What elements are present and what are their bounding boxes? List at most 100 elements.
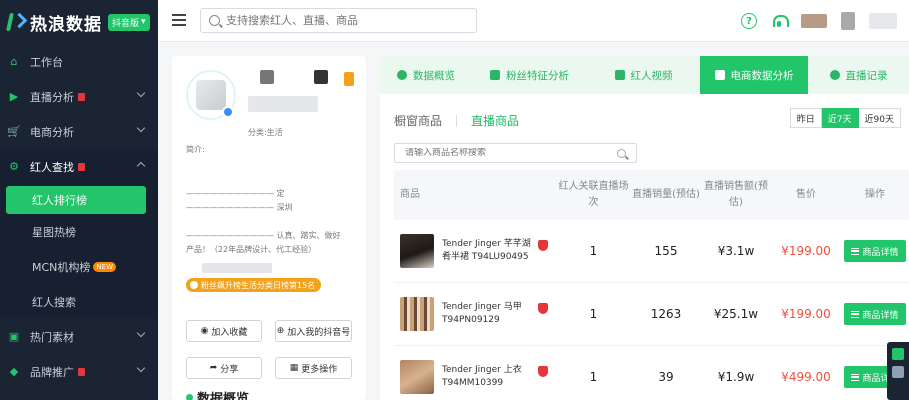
sidebar-item-live-analysis[interactable]: ▶ 直播分析 [0, 79, 158, 114]
amount-value: ¥3.1w [717, 244, 755, 258]
subtab-window-goods[interactable]: 橱窗商品 [394, 112, 442, 129]
sidebar-item-mcn-rank[interactable]: MCN机构榜 NEW [0, 249, 158, 284]
share-button[interactable]: ➦ 分享 [186, 357, 262, 379]
level-badge [344, 72, 354, 86]
influencer-id [314, 70, 328, 84]
trophy-icon [190, 281, 198, 289]
sessions-value: 1 [589, 370, 598, 384]
material-icon: ▣ [8, 330, 20, 343]
chevron-up-icon [136, 161, 146, 171]
product-thumbnail[interactable] [400, 297, 434, 331]
share-icon: ➦ [209, 363, 218, 373]
new-badge: NEW [93, 261, 116, 272]
tab-live-records[interactable]: 直播记录 [808, 56, 909, 94]
intro-line: ——————————— 定 [186, 189, 285, 198]
heart-icon: ◉ [200, 326, 209, 336]
floating-toolbar [887, 342, 909, 400]
sidebar-item-influencer-find[interactable]: 红人搜索 [0, 284, 158, 319]
user-name[interactable] [869, 13, 897, 29]
user-avatar[interactable] [841, 12, 855, 30]
search-icon[interactable] [617, 149, 626, 158]
help-icon[interactable]: ? [741, 13, 757, 29]
header-actions: ? [741, 0, 909, 42]
global-search-input[interactable] [226, 14, 466, 27]
product-name[interactable]: Tender Jinger 上衣 T94MM10399 [442, 364, 534, 390]
chevron-down-icon [136, 363, 146, 373]
amount-value: ¥1.9w [717, 370, 755, 384]
tool-icon[interactable] [892, 366, 904, 378]
range-7-days[interactable]: 近7天 [821, 108, 859, 128]
range-yesterday[interactable]: 昨日 [789, 108, 822, 128]
tab-overview[interactable]: 数据概览 [380, 56, 472, 94]
price-value: ¥199.00 [781, 244, 831, 258]
main-panel: 数据概览 粉丝特征分析 红人视频 电商数据分析 直播记录 橱窗商品 直播商品 昨… [380, 56, 909, 400]
product-detail-button[interactable]: 商品详情 [844, 303, 906, 325]
influencer-profile-card: 分类:生活 简介: ——————————— 定 ——————————— 深圳 —… [172, 56, 366, 400]
menu-toggle-icon[interactable] [172, 14, 186, 26]
customer-service-icon[interactable] [771, 13, 789, 29]
sidebar-item-influencer-rank[interactable]: 红人排行榜 [6, 186, 146, 214]
tab-videos[interactable]: 红人视频 [587, 56, 700, 94]
analysis-tabs: 数据概览 粉丝特征分析 红人视频 电商数据分析 直播记录 [380, 56, 909, 94]
divider [456, 114, 458, 127]
list-icon [851, 310, 860, 318]
live-goods-table: 商品 红人关联直播场次 直播销量(预估) 直播销售额(预估) 售价 操作 Ten… [394, 170, 909, 400]
search-icon [209, 15, 220, 26]
edit-icon[interactable] [892, 348, 904, 360]
add-douyin-button[interactable]: ⊕ 加入我的抖音号 [275, 320, 352, 342]
table-row: Tender Jinger 上衣 T94MM10399 1 39 ¥1.9w ¥… [394, 346, 909, 400]
operation-cell: 商品详情 [841, 303, 909, 325]
influencer-stats [248, 96, 318, 112]
col-sessions: 红人关联直播场次 [558, 181, 629, 208]
hot-flag-icon [78, 92, 85, 101]
avatar[interactable] [801, 14, 827, 28]
col-volume: 直播销量(预估) [632, 189, 700, 200]
product-cell: Tender Jinger 上衣 T94MM10399 [394, 360, 556, 394]
hot-flag-icon [78, 367, 85, 376]
influencer-name [260, 70, 274, 84]
clock-icon [829, 70, 840, 80]
logo[interactable]: 热浪数据 抖音版 ▾ [0, 0, 158, 44]
sidebar-item-brand-promo[interactable]: ◆ 品牌推广 [0, 354, 158, 389]
goods-search-input[interactable] [405, 148, 605, 158]
sidebar-item-influencer-search[interactable]: ⚙ 红人查找 [0, 149, 158, 184]
cart-icon: 🛒 [7, 125, 21, 138]
subtab-live-goods[interactable]: 直播商品 [471, 112, 519, 129]
product-thumbnail[interactable] [400, 360, 434, 394]
range-90-days[interactable]: 近90天 [858, 108, 901, 128]
home-icon: ⌂ [10, 55, 18, 68]
product-thumbnail[interactable] [400, 234, 434, 268]
table-row: Tender Jinger 马甲 T94PN09129 1 1263 ¥25.1… [394, 283, 909, 346]
volume-value: 39 [658, 370, 674, 384]
product-name[interactable]: Tender Jinger 芊芊湖肴半裙 T94LU90495 [442, 238, 534, 264]
collect-button[interactable]: ◉ 加入收藏 [186, 320, 262, 342]
pie-icon [397, 70, 407, 80]
top-header: ? [158, 0, 909, 42]
shield-icon [538, 303, 548, 314]
tab-fans[interactable]: 粉丝特征分析 [472, 56, 587, 94]
product-name[interactable]: Tender Jinger 马甲 T94PN09129 [442, 301, 534, 327]
date-range: 昨日 近7天 近90天 [789, 108, 901, 128]
product-cell: Tender Jinger 马甲 T94PN09129 [394, 297, 556, 331]
edition-badge[interactable]: 抖音版 ▾ [108, 13, 150, 31]
chevron-down-icon [136, 328, 146, 338]
tab-ecommerce[interactable]: 电商数据分析 [700, 56, 808, 94]
sidebar-item-hot-material[interactable]: ▣ 热门素材 [0, 319, 158, 354]
plus-icon: ⊕ [276, 326, 285, 336]
sidebar-item-star-hot[interactable]: 星图热榜 [0, 214, 158, 249]
brand-name: 热浪数据 [30, 14, 102, 35]
goods-search[interactable] [394, 143, 637, 163]
table-row: Tender Jinger 芊芊湖肴半裙 T94LU90495 1 155 ¥3… [394, 220, 909, 283]
sidebar-nav: ⌂ 工作台 ▶ 直播分析 🛒 电商分析 ⚙ 红人查找 红人排行榜 星图热榜 MC… [0, 44, 158, 389]
global-search[interactable] [200, 8, 477, 33]
sidebar-item-ecom-analysis[interactable]: 🛒 电商分析 [0, 114, 158, 149]
col-operation: 操作 [865, 189, 885, 200]
sidebar-item-workbench[interactable]: ⌂ 工作台 [0, 44, 158, 79]
price-value: ¥499.00 [781, 370, 831, 384]
intro-line: ——————————— 认真、踏实、做好 [186, 231, 341, 240]
intro-line: 产品！（22年品牌设计、代工经验） [186, 245, 317, 254]
volume-value: 155 [654, 244, 678, 258]
more-actions-button[interactable]: ▦ 更多操作 [275, 357, 352, 379]
fan-rank-badge: 粉丝飙升榜生活分类日榜第15名 [186, 278, 322, 292]
product-detail-button[interactable]: 商品详情 [844, 240, 906, 262]
